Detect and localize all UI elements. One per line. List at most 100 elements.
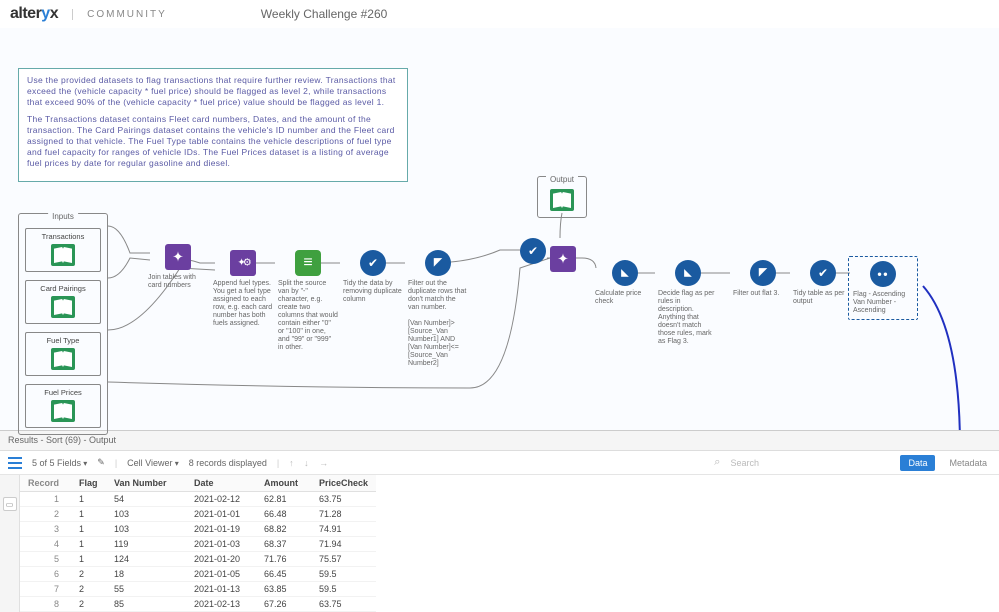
- table-cell[interactable]: 6: [20, 567, 71, 582]
- table-cell[interactable]: 54: [106, 492, 186, 507]
- tool-formula-flag[interactable]: Decide flag as per rules in description.…: [658, 260, 718, 346]
- table-header-row: Record Flag Van Number Date Amount Price…: [20, 475, 376, 492]
- table-cell[interactable]: 62.81: [256, 492, 311, 507]
- text-columns-icon: [295, 250, 321, 276]
- table-cell[interactable]: 4: [20, 537, 71, 552]
- table-cell[interactable]: 59.5: [311, 582, 376, 597]
- output-data-icon[interactable]: [550, 189, 574, 211]
- table-cell[interactable]: 2021-01-01: [186, 507, 256, 522]
- table-cell[interactable]: 103: [106, 522, 186, 537]
- table-cell[interactable]: 5: [20, 552, 71, 567]
- tool-select-mid[interactable]: [520, 238, 546, 264]
- input-label: Card Pairings: [40, 284, 85, 293]
- tool-join[interactable]: Join tables with card numbers: [148, 244, 208, 290]
- table-cell[interactable]: 68.37: [256, 537, 311, 552]
- workflow-canvas[interactable]: Use the provided datasets to flag transa…: [0, 28, 999, 430]
- table-cell[interactable]: 18: [106, 567, 186, 582]
- table-cell[interactable]: 66.48: [256, 507, 311, 522]
- tool-select-1[interactable]: Tidy the data by removing duplicate colu…: [343, 250, 403, 304]
- col-pricecheck[interactable]: PriceCheck: [311, 475, 376, 492]
- table-cell[interactable]: 1: [71, 492, 106, 507]
- table-row[interactable]: 72552021-01-1363.8559.5: [20, 582, 376, 597]
- hamburger-icon[interactable]: [8, 457, 22, 469]
- tool-join-prices[interactable]: [550, 246, 576, 272]
- table-cell[interactable]: 2: [20, 507, 71, 522]
- results-panel: Results - Sort (69) - Output 5 of 5 Fiel…: [0, 430, 999, 612]
- col-van-number[interactable]: Van Number: [106, 475, 186, 492]
- table-cell[interactable]: 2021-01-19: [186, 522, 256, 537]
- table-cell[interactable]: 63.75: [311, 597, 376, 612]
- input-fuel-type[interactable]: Fuel Type: [25, 332, 101, 376]
- cell-viewer-dropdown[interactable]: Cell Viewer: [127, 458, 179, 468]
- tool-select-2[interactable]: Tidy table as per output: [793, 260, 853, 306]
- table-cell[interactable]: 2021-01-13: [186, 582, 256, 597]
- table-cell[interactable]: 55: [106, 582, 186, 597]
- table-row[interactable]: 411192021-01-0368.3771.94: [20, 537, 376, 552]
- fields-dropdown[interactable]: 5 of 5 Fields: [32, 458, 87, 468]
- table-cell[interactable]: 1: [20, 492, 71, 507]
- table-cell[interactable]: 3: [20, 522, 71, 537]
- col-date[interactable]: Date: [186, 475, 256, 492]
- table-cell[interactable]: 124: [106, 552, 186, 567]
- input-card-pairings[interactable]: Card Pairings: [25, 280, 101, 324]
- table-cell[interactable]: 2021-01-03: [186, 537, 256, 552]
- table-cell[interactable]: 2: [71, 597, 106, 612]
- gutter-square-icon[interactable]: ▭: [3, 497, 17, 511]
- data-tab-button[interactable]: Data: [900, 455, 935, 471]
- table-cell[interactable]: 103: [106, 507, 186, 522]
- brand-logo: alteryx: [10, 5, 58, 23]
- table-cell[interactable]: 119: [106, 537, 186, 552]
- col-flag[interactable]: Flag: [71, 475, 106, 492]
- table-cell[interactable]: 71.76: [256, 552, 311, 567]
- table-row[interactable]: 511242021-01-2071.7675.57: [20, 552, 376, 567]
- tool-text-to-columns[interactable]: Split the source van by "-" character, e…: [278, 250, 338, 352]
- table-cell[interactable]: 85: [106, 597, 186, 612]
- input-data-icon: [51, 244, 75, 266]
- tool-annotation: Decide flag as per rules in description.…: [658, 290, 718, 346]
- table-row[interactable]: 82852021-02-1367.2663.75: [20, 597, 376, 612]
- tool-sort-selected[interactable]: Flag - Ascending Van Number - Ascending: [848, 256, 918, 320]
- tool-filter-1[interactable]: Filter out the duplicate rows that don't…: [408, 250, 468, 369]
- nav-arrows[interactable]: ↑ ↓ →: [289, 458, 332, 468]
- table-row[interactable]: 11542021-02-1262.8163.75: [20, 492, 376, 507]
- table-cell[interactable]: 1: [71, 507, 106, 522]
- table-row[interactable]: 62182021-01-0566.4559.5: [20, 567, 376, 582]
- tool-append[interactable]: Append fuel types. You get a fuel type a…: [213, 250, 273, 328]
- tool-filter-2[interactable]: Filter out flat 3.: [733, 260, 793, 298]
- brand-text-pre: alter: [10, 5, 41, 22]
- table-row[interactable]: 211032021-01-0166.4871.28: [20, 507, 376, 522]
- select-icon: [810, 260, 836, 286]
- table-cell[interactable]: 75.57: [311, 552, 376, 567]
- search-input[interactable]: Search: [730, 458, 890, 468]
- table-cell[interactable]: 2021-02-12: [186, 492, 256, 507]
- table-cell[interactable]: 63.75: [311, 492, 376, 507]
- table-row[interactable]: 311032021-01-1968.8274.91: [20, 522, 376, 537]
- table-cell[interactable]: 59.5: [311, 567, 376, 582]
- input-transactions[interactable]: Transactions: [25, 228, 101, 272]
- separator: |: [115, 458, 117, 468]
- table-cell[interactable]: 71.94: [311, 537, 376, 552]
- table-cell[interactable]: 71.28: [311, 507, 376, 522]
- col-amount[interactable]: Amount: [256, 475, 311, 492]
- metadata-tab-button[interactable]: Metadata: [945, 455, 991, 471]
- table-cell[interactable]: 7: [20, 582, 71, 597]
- input-fuel-prices[interactable]: Fuel Prices: [25, 384, 101, 428]
- col-record[interactable]: Record: [20, 475, 71, 492]
- search-icon[interactable]: ⌕: [714, 456, 720, 469]
- table-cell[interactable]: 1: [71, 552, 106, 567]
- table-cell[interactable]: 67.26: [256, 597, 311, 612]
- table-cell[interactable]: 1: [71, 522, 106, 537]
- table-cell[interactable]: 2: [71, 567, 106, 582]
- table-cell[interactable]: 66.45: [256, 567, 311, 582]
- table-cell[interactable]: 1: [71, 537, 106, 552]
- table-cell[interactable]: 2021-01-20: [186, 552, 256, 567]
- table-cell[interactable]: 2: [71, 582, 106, 597]
- tool-formula-price[interactable]: Calculate price check: [595, 260, 655, 306]
- table-cell[interactable]: 2021-01-05: [186, 567, 256, 582]
- table-cell[interactable]: 8: [20, 597, 71, 612]
- wand-icon[interactable]: ✎: [97, 457, 105, 468]
- table-cell[interactable]: 74.91: [311, 522, 376, 537]
- table-cell[interactable]: 2021-02-13: [186, 597, 256, 612]
- table-cell[interactable]: 68.82: [256, 522, 311, 537]
- table-cell[interactable]: 63.85: [256, 582, 311, 597]
